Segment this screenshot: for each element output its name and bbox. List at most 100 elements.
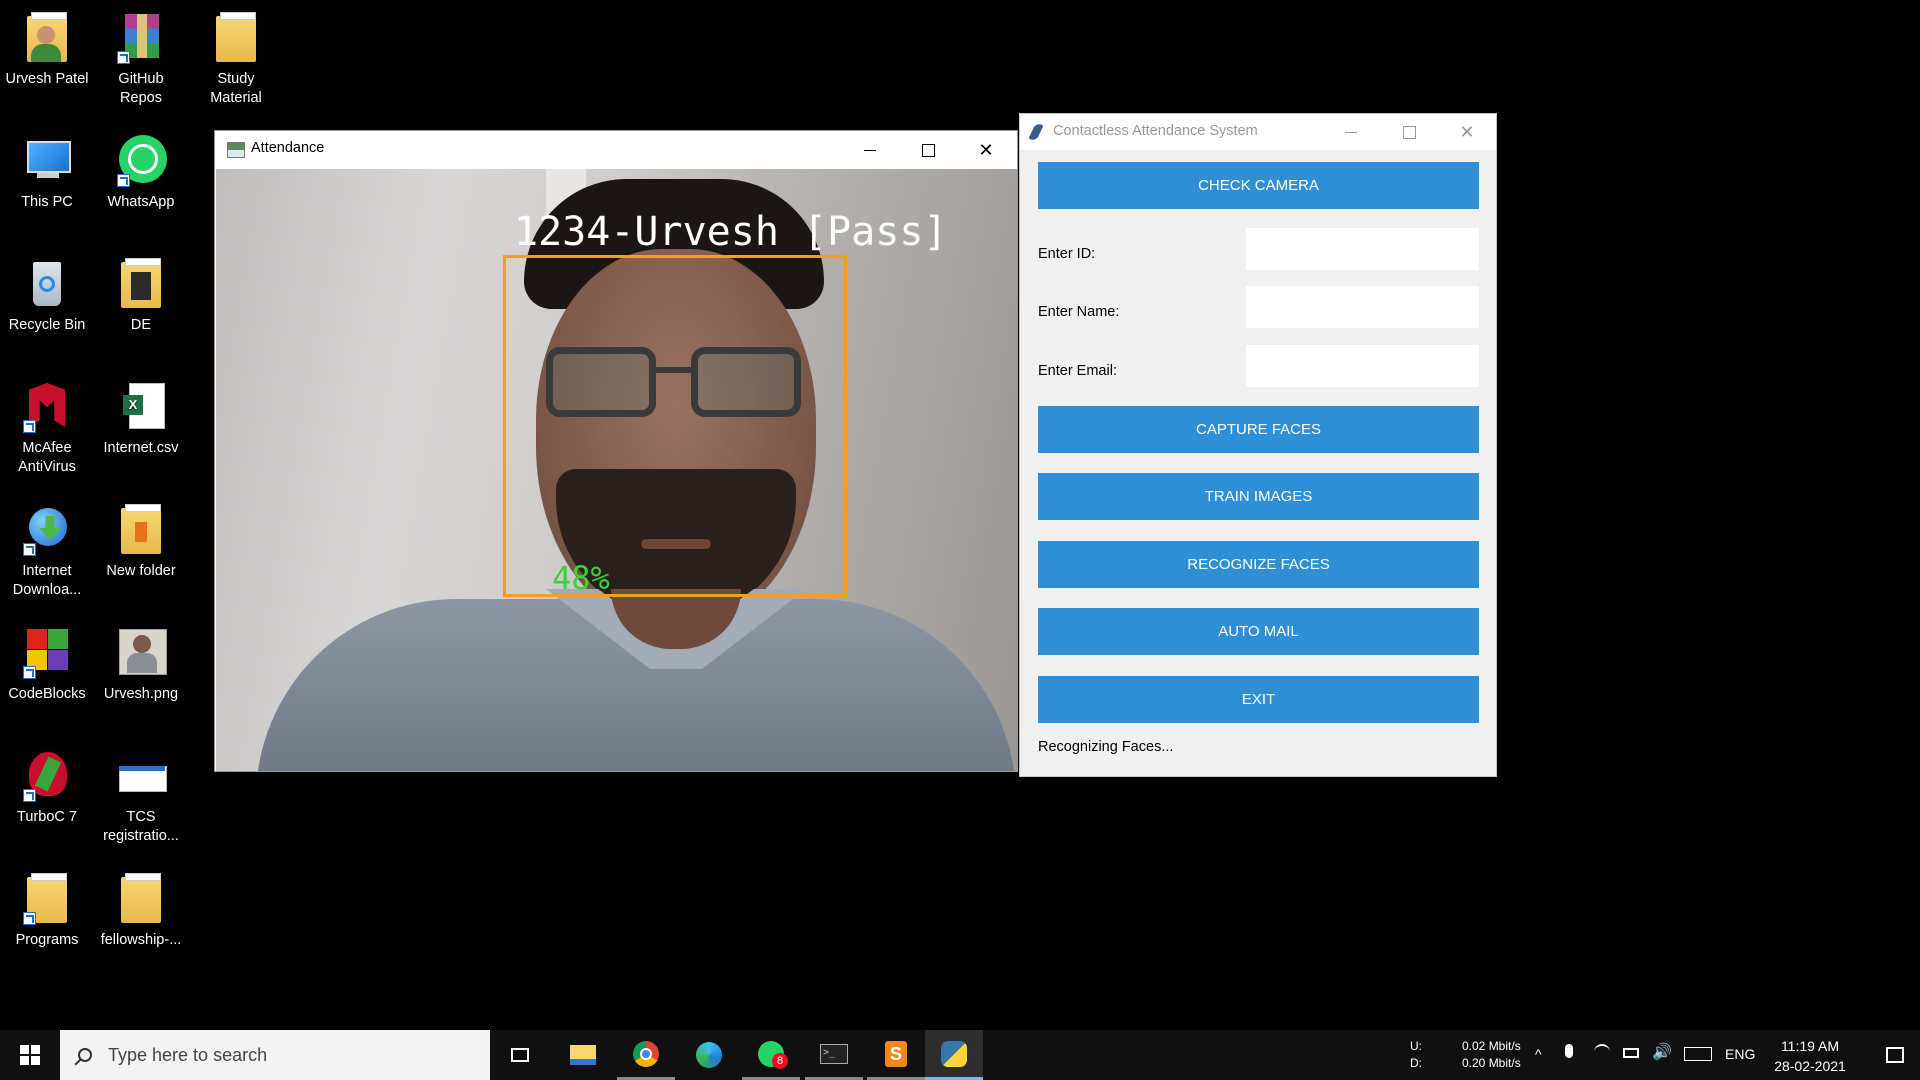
battery-icon[interactable] (1623, 1048, 1639, 1058)
clock[interactable]: 11:19 AM 28-02-2021 (1765, 1036, 1855, 1076)
desktop-icon-tcs-registration[interactable]: TCS registratio... (95, 748, 187, 846)
folder-icon (113, 871, 169, 927)
desktop-icon-label: Programs (15, 932, 79, 948)
desktop-icon-label-line2: registratio... (103, 828, 179, 844)
start-button[interactable] (0, 1030, 60, 1080)
desktop-icon-label: This PC (21, 194, 73, 210)
auto-mail-button[interactable]: AUTO MAIL (1038, 608, 1479, 655)
attendance-titlebar[interactable]: Attendance ✕ (215, 131, 1017, 169)
winrar-archive-icon (113, 10, 169, 66)
keyboard-icon[interactable] (1684, 1047, 1712, 1061)
desktop-icon-urvesh-png[interactable]: Urvesh.png (95, 625, 187, 704)
task-view-icon (511, 1048, 529, 1062)
window-title: Attendance (251, 140, 325, 156)
desktop-icon-this-pc[interactable]: This PC (1, 133, 93, 212)
exit-button[interactable]: EXIT (1038, 676, 1479, 723)
minimize-icon (1345, 131, 1357, 133)
desktop-icon-label: New folder (106, 563, 176, 579)
taskbar-file-explorer[interactable] (554, 1030, 612, 1080)
desktop-icon-label: Study (217, 71, 255, 87)
desktop-icon-label: DE (130, 317, 152, 333)
taskbar-terminal[interactable]: >_ (805, 1030, 863, 1080)
desktop-icon-study-material[interactable]: Study Material (190, 10, 282, 108)
network-speed-monitor: U: 0.02 Mbit/s D: 0.20 Mbit/s (1410, 1038, 1521, 1072)
maximize-button[interactable] (899, 131, 957, 169)
train-images-button[interactable]: TRAIN IMAGES (1038, 473, 1479, 520)
excel-csv-icon: X (113, 379, 169, 435)
attendance-window[interactable]: Attendance ✕ 1234-Urvesh [Pass] 48% (214, 130, 1018, 772)
folder-icon (208, 10, 264, 66)
email-label: Enter Email: (1038, 363, 1117, 379)
desktop-icon-whatsapp[interactable]: WhatsApp (95, 133, 187, 212)
desktop-icon-github-repos[interactable]: GitHub Repos (95, 10, 187, 108)
desktop-icon-label-line2: Repos (120, 90, 162, 106)
desktop-icon-label-line2: Downloa... (12, 582, 82, 598)
close-button[interactable]: ✕ (1438, 114, 1496, 150)
name-input[interactable] (1246, 286, 1479, 328)
taskbar-sublime-text[interactable]: S (867, 1030, 925, 1080)
desktop-icon-new-folder[interactable]: New folder (95, 502, 187, 581)
cas-titlebar[interactable]: Contactless Attendance System ✕ (1020, 114, 1496, 150)
camera-feed: 1234-Urvesh [Pass] 48% (216, 169, 1017, 771)
close-icon: ✕ (1459, 121, 1475, 142)
id-input[interactable] (1246, 228, 1479, 270)
maximize-button[interactable] (1380, 114, 1438, 150)
desktop-icon-turboc[interactable]: TurboC 7 (1, 748, 93, 827)
taskbar-edge[interactable] (680, 1030, 738, 1080)
name-label: Enter Name: (1038, 304, 1120, 320)
download-speed: 0.20 Mbit/s (1462, 1056, 1521, 1070)
edge-icon (696, 1042, 722, 1068)
windows-logo-icon (20, 1045, 40, 1065)
search-icon (74, 1048, 92, 1066)
desktop-icon-de[interactable]: DE (95, 256, 187, 335)
mcafee-icon (19, 379, 75, 435)
desktop-icon-internet-csv[interactable]: X Internet.csv (95, 379, 187, 458)
desktop-icon-label: Urvesh.png (103, 686, 179, 702)
close-button[interactable]: ✕ (957, 131, 1015, 169)
desktop-icon-internet-download-manager[interactable]: Internet Downloa... (1, 502, 93, 600)
minimize-button[interactable] (1322, 114, 1380, 150)
minimize-icon (864, 149, 876, 151)
turboc-icon (19, 748, 75, 804)
recognition-label: 1234-Urvesh [Pass] (514, 209, 948, 255)
microphone-icon[interactable] (1565, 1044, 1573, 1058)
taskbar-python[interactable] (925, 1030, 983, 1080)
wifi-icon[interactable] (1594, 1044, 1610, 1060)
download-label: D: (1410, 1056, 1422, 1070)
action-center-button[interactable] (1870, 1030, 1920, 1080)
notification-badge: 8 (772, 1052, 788, 1069)
chrome-icon (633, 1040, 659, 1067)
volume-icon[interactable]: 🔊 (1652, 1042, 1672, 1062)
desktop-icon-fellowship[interactable]: fellowship-... (95, 871, 187, 950)
language-indicator[interactable]: ENG (1725, 1046, 1755, 1062)
recognize-faces-button[interactable]: RECOGNIZE FACES (1038, 541, 1479, 588)
desktop-icon-label: GitHub (118, 71, 164, 87)
recycle-bin-icon (19, 256, 75, 312)
desktop-icon-urvesh-patel[interactable]: Urvesh Patel (1, 10, 93, 89)
maximize-icon (1402, 125, 1416, 139)
clock-time: 11:19 AM (1780, 1038, 1840, 1054)
desktop-icon-codeblocks[interactable]: CodeBlocks (1, 625, 93, 704)
desktop-icon-programs[interactable]: Programs (1, 871, 93, 950)
sublime-text-icon: S (885, 1040, 907, 1067)
desktop-icon-label: McAfee (22, 440, 72, 456)
email-input[interactable] (1246, 345, 1479, 387)
folder-icon (113, 256, 169, 312)
search-placeholder: Type here to search (108, 1044, 268, 1065)
capture-faces-button[interactable]: CAPTURE FACES (1038, 406, 1479, 453)
taskbar-search-box[interactable]: Type here to search (60, 1030, 490, 1080)
task-view-button[interactable] (491, 1030, 549, 1080)
desktop-icon-label-line2: Material (210, 90, 262, 106)
taskbar-whatsapp[interactable]: 8 (742, 1030, 800, 1080)
desktop-icon-mcafee[interactable]: McAfee AntiVirus (1, 379, 93, 477)
taskbar-chrome[interactable] (617, 1030, 675, 1080)
desktop-icon-label: WhatsApp (107, 194, 175, 210)
chevron-up-icon[interactable]: ^ (1535, 1046, 1542, 1062)
file-explorer-icon (570, 1045, 596, 1065)
minimize-button[interactable] (841, 131, 899, 169)
whatsapp-icon (113, 133, 169, 189)
contactless-attendance-window[interactable]: Contactless Attendance System ✕ CHECK CA… (1019, 113, 1497, 777)
desktop-icon-recycle-bin[interactable]: Recycle Bin (1, 256, 93, 335)
python-icon (941, 1040, 967, 1067)
check-camera-button[interactable]: CHECK CAMERA (1038, 162, 1479, 209)
